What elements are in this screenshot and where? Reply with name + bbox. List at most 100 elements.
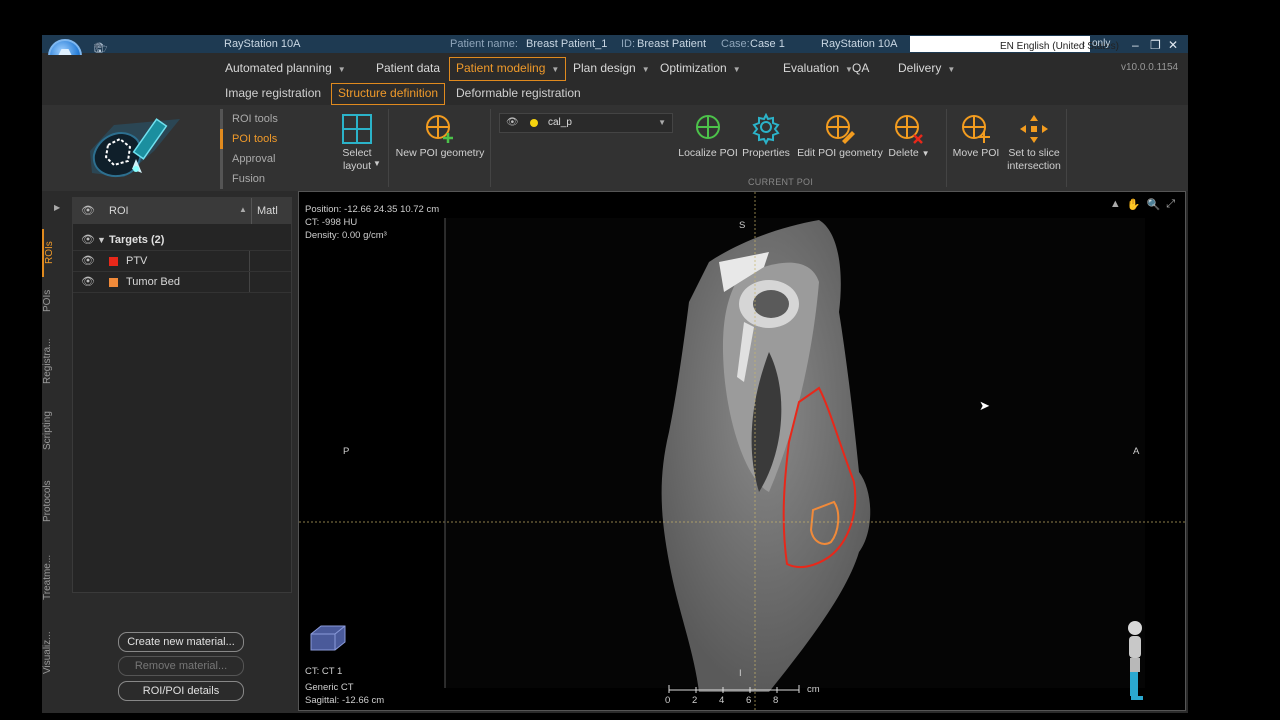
ribbon-separator	[490, 109, 491, 187]
side-tab-protocols[interactable]: Protocols	[42, 469, 68, 533]
footer-ct-name: CT: CT 1	[305, 666, 343, 677]
expand-panel-icon[interactable]: ▶	[54, 203, 60, 212]
position-readout: Position: -12.66 24.35 10.72 cm	[305, 204, 440, 215]
tab-structure-definition[interactable]: Structure definition	[331, 83, 446, 105]
window-level-icon[interactable]: ▲	[1110, 198, 1121, 211]
eye-icon[interactable]: 👁	[81, 272, 95, 292]
scale-tick-label: 0	[665, 695, 671, 706]
tab-deformable-registration[interactable]: Deformable registration	[450, 83, 587, 103]
menu-patient-modeling[interactable]: Patient modeling ▼	[449, 57, 567, 81]
current-poi-select[interactable]: 👁 cal_p ▼	[499, 113, 673, 133]
roi-color-swatch	[109, 257, 118, 266]
tab-image-registration[interactable]: Image registration	[219, 83, 327, 103]
pan-hand-icon[interactable]: ✋	[1127, 198, 1141, 211]
maximize-icon[interactable]: ⤢	[1166, 198, 1175, 211]
roi-name: Tumor Bed	[126, 276, 181, 288]
side-tab-treatment[interactable]: Treatme...	[42, 545, 68, 609]
viewer-toolbar: ▲ ✋ 🔍 ⤢	[1110, 198, 1175, 211]
select-layout-label-2: layout	[342, 160, 372, 172]
language-select[interactable]: EN English (United States) ↕	[910, 36, 1119, 52]
ct-sagittal-image	[299, 192, 1185, 710]
create-new-material-button[interactable]: Create new material...	[118, 632, 244, 652]
menu-label: Automated planning	[225, 61, 332, 75]
zoom-icon[interactable]: 🔍	[1146, 198, 1160, 211]
scale-tick-label: 8	[773, 695, 779, 706]
edit-poi-label: Edit POI geometry	[797, 147, 883, 159]
ribbon-separator	[946, 109, 947, 187]
patient-name: Breast Patient_1	[526, 38, 608, 50]
tool-approval[interactable]: Approval	[220, 149, 330, 169]
roi-row[interactable]: 👁 PTV	[73, 251, 291, 272]
remove-material-button[interactable]: Remove material...	[118, 656, 244, 676]
column-roi[interactable]: ROI	[109, 205, 129, 217]
roi-group-row[interactable]: 👁 ▼ Targets (2)	[73, 230, 291, 251]
sagittal-image-viewer[interactable]: Position: -12.66 24.35 10.72 cm CT: -998…	[298, 191, 1186, 711]
gear-icon	[752, 113, 780, 145]
eye-icon[interactable]: 👁	[81, 204, 95, 217]
crosshair-arrows-icon	[1020, 115, 1048, 143]
delete-button[interactable]: Delete ▼	[888, 113, 930, 160]
eye-icon[interactable]: 👁	[506, 114, 519, 132]
new-poi-geometry-button[interactable]: New POI geometry	[394, 113, 486, 160]
collapse-arrow-icon[interactable]: ▼	[97, 230, 106, 250]
menu-label: QA	[852, 61, 870, 75]
tool-fusion[interactable]: Fusion	[220, 169, 330, 189]
tool-roi-tools[interactable]: ROI tools	[220, 109, 330, 129]
menu-delivery[interactable]: Delivery ▼	[892, 57, 961, 79]
sub-menu: Image registration Structure definition …	[42, 81, 1188, 105]
roi-poi-details-button[interactable]: ROI/POI details	[118, 681, 244, 701]
column-material[interactable]: Matl	[257, 205, 278, 217]
menu-optimization[interactable]: Optimization ▼	[654, 57, 747, 79]
edit-poi-geometry-button[interactable]: Edit POI geometry	[796, 113, 884, 160]
menu-patient-data[interactable]: Patient data	[370, 57, 446, 79]
side-tab-registrations[interactable]: Registra...	[42, 329, 68, 393]
scale-tick-label: 4	[719, 695, 725, 706]
select-layout-button[interactable]: Select layout	[339, 113, 375, 173]
title-suffix: only	[1092, 38, 1111, 49]
close-button[interactable]: ✕	[1168, 38, 1178, 52]
side-tab-visualization[interactable]: Visualiz...	[42, 621, 68, 685]
move-poi-button[interactable]: Move POI	[950, 113, 1002, 160]
properties-button[interactable]: Properties	[740, 113, 792, 160]
chevron-down-icon: ▼	[337, 65, 346, 74]
new-poi-icon	[426, 115, 453, 143]
layout-icon	[342, 114, 372, 144]
side-tab-scripting[interactable]: Scripting	[42, 403, 68, 459]
ct-readout: CT: -998 HU	[305, 217, 358, 228]
select-layout-label-1: Select	[342, 147, 372, 159]
ribbon-separator	[388, 109, 389, 187]
minimize-button[interactable]: –	[1132, 38, 1139, 52]
roi-row[interactable]: 👁 Tumor Bed	[73, 272, 291, 293]
set-to-slice-intersection-button[interactable]: Set to slice intersection	[1004, 113, 1064, 173]
app-title-secondary: RayStation 10A	[821, 38, 898, 50]
menu-automated-planning[interactable]: Automated planning ▼	[219, 57, 352, 79]
eye-icon[interactable]: 👁	[81, 251, 95, 271]
menu-label: Patient modeling	[456, 61, 546, 75]
footer-ct-type: Generic CT	[305, 682, 354, 693]
patient-name-label: Patient name:	[450, 38, 518, 50]
column-divider	[251, 198, 252, 224]
side-tab-pois[interactable]: POIs	[42, 281, 68, 321]
menu-label: Patient data	[376, 61, 441, 75]
ribbon: ROI tools POI tools Approval Fusion Sele…	[42, 105, 1188, 191]
chevron-down-icon: ▼	[658, 118, 666, 127]
localize-poi-button[interactable]: Localize POI	[678, 113, 738, 160]
eye-icon[interactable]: 👁	[81, 230, 95, 250]
localize-icon	[696, 115, 720, 139]
column-divider	[249, 251, 250, 271]
redo-dropdown-icon[interactable]: ▾	[94, 40, 100, 53]
tool-poi-tools[interactable]: POI tools	[220, 129, 330, 149]
localize-label: Localize POI	[678, 147, 738, 159]
restore-button[interactable]: ❐	[1150, 38, 1161, 52]
menu-label: Optimization	[660, 61, 727, 75]
version-label: v10.0.0.1154	[1121, 62, 1179, 73]
menu-plan-design[interactable]: Plan design ▼	[567, 57, 656, 79]
side-tab-strip: ROIs POIs Registra... Scripting Protocol…	[42, 193, 70, 713]
app-title: RayStation 10A	[224, 38, 301, 50]
menu-qa[interactable]: QA	[846, 57, 875, 79]
side-tab-rois[interactable]: ROIs	[42, 229, 70, 277]
mouse-cursor-icon: ➤	[979, 398, 990, 413]
tools-list: ROI tools POI tools Approval Fusion	[220, 109, 330, 189]
menu-label: Delivery	[898, 61, 942, 75]
roi-group-label: Targets (2)	[109, 234, 165, 246]
